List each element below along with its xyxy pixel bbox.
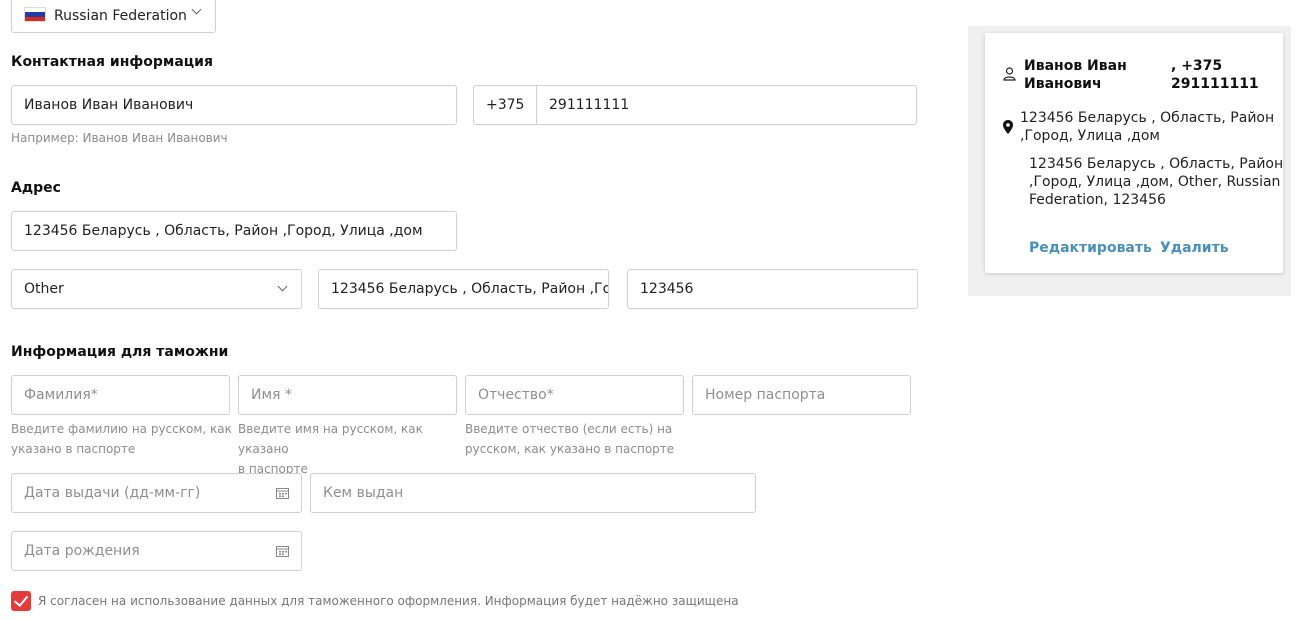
birth-date-placeholder: Дата рождения [24, 543, 140, 559]
first-name-hint-line: Введите имя на русском, как указано [238, 422, 423, 456]
card-full-address-line: ,Город, Улица ,дом, Other, Russian [1029, 174, 1281, 190]
phone-code-value: +375 [486, 97, 525, 113]
patronymic-input[interactable]: Отчество* [465, 375, 684, 415]
card-recipient-name: Иванов Иван Иванович [1024, 57, 1127, 93]
issue-date-input[interactable]: Дата выдачи (дд-мм-гг) [11, 473, 302, 513]
address-section-title: Адрес [11, 180, 61, 196]
patronymic-hint-line: Введите отчество (если есть) на [465, 422, 673, 436]
postal-code-value: 123456 [640, 281, 694, 297]
card-full-address-line: 123456 Беларусь , Область, Район [1029, 156, 1284, 172]
last-name-hint-line: Введите фамилию на русском, как [11, 422, 232, 436]
calendar-icon[interactable] [276, 545, 289, 557]
contact-section-title: Контактная информация [11, 54, 213, 70]
issued-by-placeholder: Кем выдан [323, 485, 404, 501]
country-select[interactable]: Russian Federation [11, 0, 216, 33]
first-name-input[interactable]: Имя * [238, 375, 457, 415]
passport-number-placeholder: Номер паспорта [705, 387, 826, 403]
consent-checkbox[interactable] [11, 591, 31, 611]
calendar-icon[interactable] [276, 487, 289, 499]
card-phone-line: 291111111 [1171, 76, 1259, 92]
edit-address-link[interactable]: Редактировать [1029, 240, 1152, 256]
card-name-line: Иванов Иван [1024, 58, 1127, 74]
card-phone: , +375 291111111 [1171, 57, 1259, 93]
delete-address-link[interactable]: Удалить [1160, 240, 1229, 256]
country-select-value: Russian Federation [54, 7, 187, 24]
city-input[interactable]: 123456 Беларусь , Область, Район ,Город,… [318, 269, 609, 309]
full-name-value: Иванов Иван Иванович [24, 97, 194, 113]
card-address-line: 123456 Беларусь , Область, Район [1020, 110, 1275, 126]
location-pin-icon [1003, 120, 1013, 134]
birth-date-input[interactable]: Дата рождения [11, 531, 302, 571]
street-address-value: 123456 Беларусь , Область, Район ,Город,… [24, 223, 423, 239]
issued-by-input[interactable]: Кем выдан [310, 473, 756, 513]
phone-number-value: 291111111 [549, 97, 630, 113]
street-address-input[interactable]: 123456 Беларусь , Область, Район ,Город,… [11, 211, 457, 251]
patronymic-placeholder: Отчество* [478, 387, 554, 403]
patronymic-hint-line: русском, как указано в паспорте [465, 442, 675, 456]
region-select[interactable]: Other [11, 269, 302, 309]
last-name-hint: Введите фамилию на русском, как указано … [11, 419, 233, 459]
patronymic-hint: Введите отчество (если есть) на русском,… [465, 419, 687, 459]
card-address-line: ,Город, Улица ,дом [1020, 128, 1160, 144]
last-name-placeholder: Фамилия* [24, 387, 98, 403]
phone-number-input[interactable]: 291111111 [536, 85, 917, 125]
full-name-input[interactable]: Иванов Иван Иванович [11, 85, 457, 125]
last-name-input[interactable]: Фамилия* [11, 375, 230, 415]
full-name-hint: Например: Иванов Иван Иванович [11, 131, 228, 145]
first-name-placeholder: Имя * [251, 387, 292, 403]
region-select-value: Other [24, 281, 64, 297]
postal-code-input[interactable]: 123456 [627, 269, 918, 309]
card-full-address: 123456 Беларусь , Область, Район ,Город,… [1029, 155, 1283, 209]
customs-section-title: Информация для таможни [11, 344, 229, 360]
card-phone-line: , +375 [1171, 58, 1223, 74]
user-icon [1003, 67, 1016, 81]
card-short-address: 123456 Беларусь , Область, Район ,Город,… [1020, 109, 1274, 145]
russia-flag-icon [24, 7, 46, 22]
first-name-hint: Введите имя на русском, как указано в па… [238, 419, 463, 479]
last-name-hint-line: указано в паспорте [11, 442, 136, 456]
card-full-address-line: Federation, 123456 [1029, 192, 1166, 208]
card-name-line: Иванович [1024, 76, 1102, 92]
phone-code-select[interactable]: +375 [473, 85, 538, 125]
passport-number-input[interactable]: Номер паспорта [692, 375, 911, 415]
issue-date-placeholder: Дата выдачи (дд-мм-гг) [24, 485, 201, 501]
consent-label: Я согласен на использование данных для т… [38, 594, 739, 608]
city-value: 123456 Беларусь , Область, Район ,Город,… [331, 281, 609, 297]
